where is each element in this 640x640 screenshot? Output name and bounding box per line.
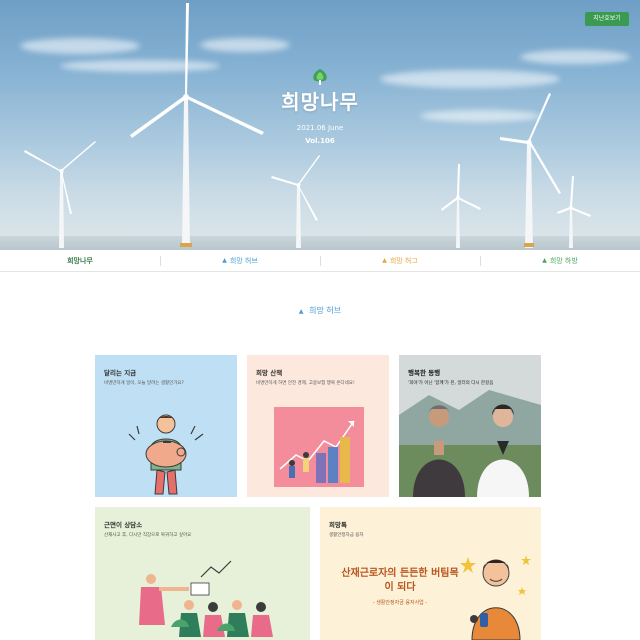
section-title: ▲ 희망 허브 [220, 305, 420, 316]
card-description: 생활안정자금 융자 [329, 533, 364, 538]
wind-turbine [441, 164, 481, 248]
growth-chart-illustration [274, 407, 364, 487]
worker-illustration [460, 555, 531, 640]
tree-logo-icon [313, 69, 327, 85]
card-description: 비명만하게 일이, 오늘 달려는 생활인가요? [104, 381, 184, 386]
nav-home[interactable]: 희망나무 [0, 250, 160, 272]
section-title-text: 희망 허브 [309, 306, 342, 315]
article-card[interactable]: 희망 산책 비명만하게 하면 안전 경제, 고용보험 행복 온다네요! [247, 355, 389, 497]
card-description: 산재사고 후, 다시만 직장으로 복귀하고 싶어요 [104, 533, 192, 538]
card-description: 비명만하게 하면 안전 경제, 고용보험 행복 온다네요! [256, 381, 355, 386]
card-title: 근면이 상담소 [104, 521, 143, 529]
nav-item-label: 희망 허그 [389, 256, 418, 265]
card-title: 희망 산책 [256, 369, 283, 377]
issue-date: 2021.06 June [296, 124, 344, 132]
top-navigation: 희망나무 ▲ 희망 허브 ▲ 희망 허그 ▲ 희망 하방 [0, 250, 640, 272]
article-card[interactable]: 달리는 지금 비명만하게 일이, 오늘 달려는 생활인가요? [95, 355, 237, 497]
newsletter-page: 희망나무 2021.06 June Vol.106 지난호보기 희망나무 ▲ 희… [0, 0, 640, 640]
article-card[interactable]: 근면이 상담소 산재사고 후, 다시만 직장으로 복귀하고 싶어요 [95, 507, 310, 640]
nav-item-hope-hub[interactable]: ▲ 희망 허브 [160, 250, 320, 272]
nav-brand-logo: 희망나무 [67, 256, 93, 265]
piggy-bank-illustration [128, 414, 204, 495]
triangle-icon: ▲ [222, 257, 227, 264]
card-description: '희야'가 아닌 '함께'가 된, 일터의 다시 한걸음 [408, 381, 494, 386]
newsletter-logo: 희망나무 [270, 68, 370, 115]
wind-turbine [500, 93, 561, 248]
article-card[interactable]: 희망톡 생활안정자금 융자 산재근로자의 든든한 버팀목이 되다 - 생활안정자… [320, 507, 541, 640]
logo-title: 희망나무 [281, 90, 359, 114]
triangle-icon: ▲ [298, 308, 304, 315]
nav-item-hope-habang[interactable]: ▲ 희망 하방 [480, 250, 640, 272]
counseling-illustration [139, 560, 273, 637]
card-title: 행복한 동행 [408, 369, 441, 377]
card-title: 달리는 지금 [104, 369, 137, 377]
hero-banner: 희망나무 2021.06 June Vol.106 지난호보기 [0, 0, 640, 250]
nav-item-label: 희망 허브 [229, 256, 258, 265]
wind-turbine [130, 3, 264, 247]
card-title: 희망톡 [329, 521, 347, 529]
triangle-icon: ▲ [542, 257, 547, 264]
article-card[interactable]: 행복한 동행 '희야'가 아닌 '함께'가 된, 일터의 다시 한걸음 [399, 355, 541, 497]
wind-turbine [557, 176, 591, 248]
wind-turbine [24, 141, 96, 248]
card-slogan: 산재근로자의 든든한 버팀목이 되다 [341, 568, 459, 593]
previous-issues-button[interactable]: 지난호보기 [585, 12, 629, 26]
issue-volume: Vol.106 [305, 137, 335, 145]
wind-turbine [271, 155, 320, 248]
nav-item-label: 희망 하방 [549, 256, 578, 265]
card-slogan-sub: - 생활안정자금 융자사업 - [372, 600, 428, 606]
nav-item-hope-hug[interactable]: ▲ 희망 허그 [320, 250, 480, 272]
triangle-icon: ▲ [382, 257, 387, 264]
